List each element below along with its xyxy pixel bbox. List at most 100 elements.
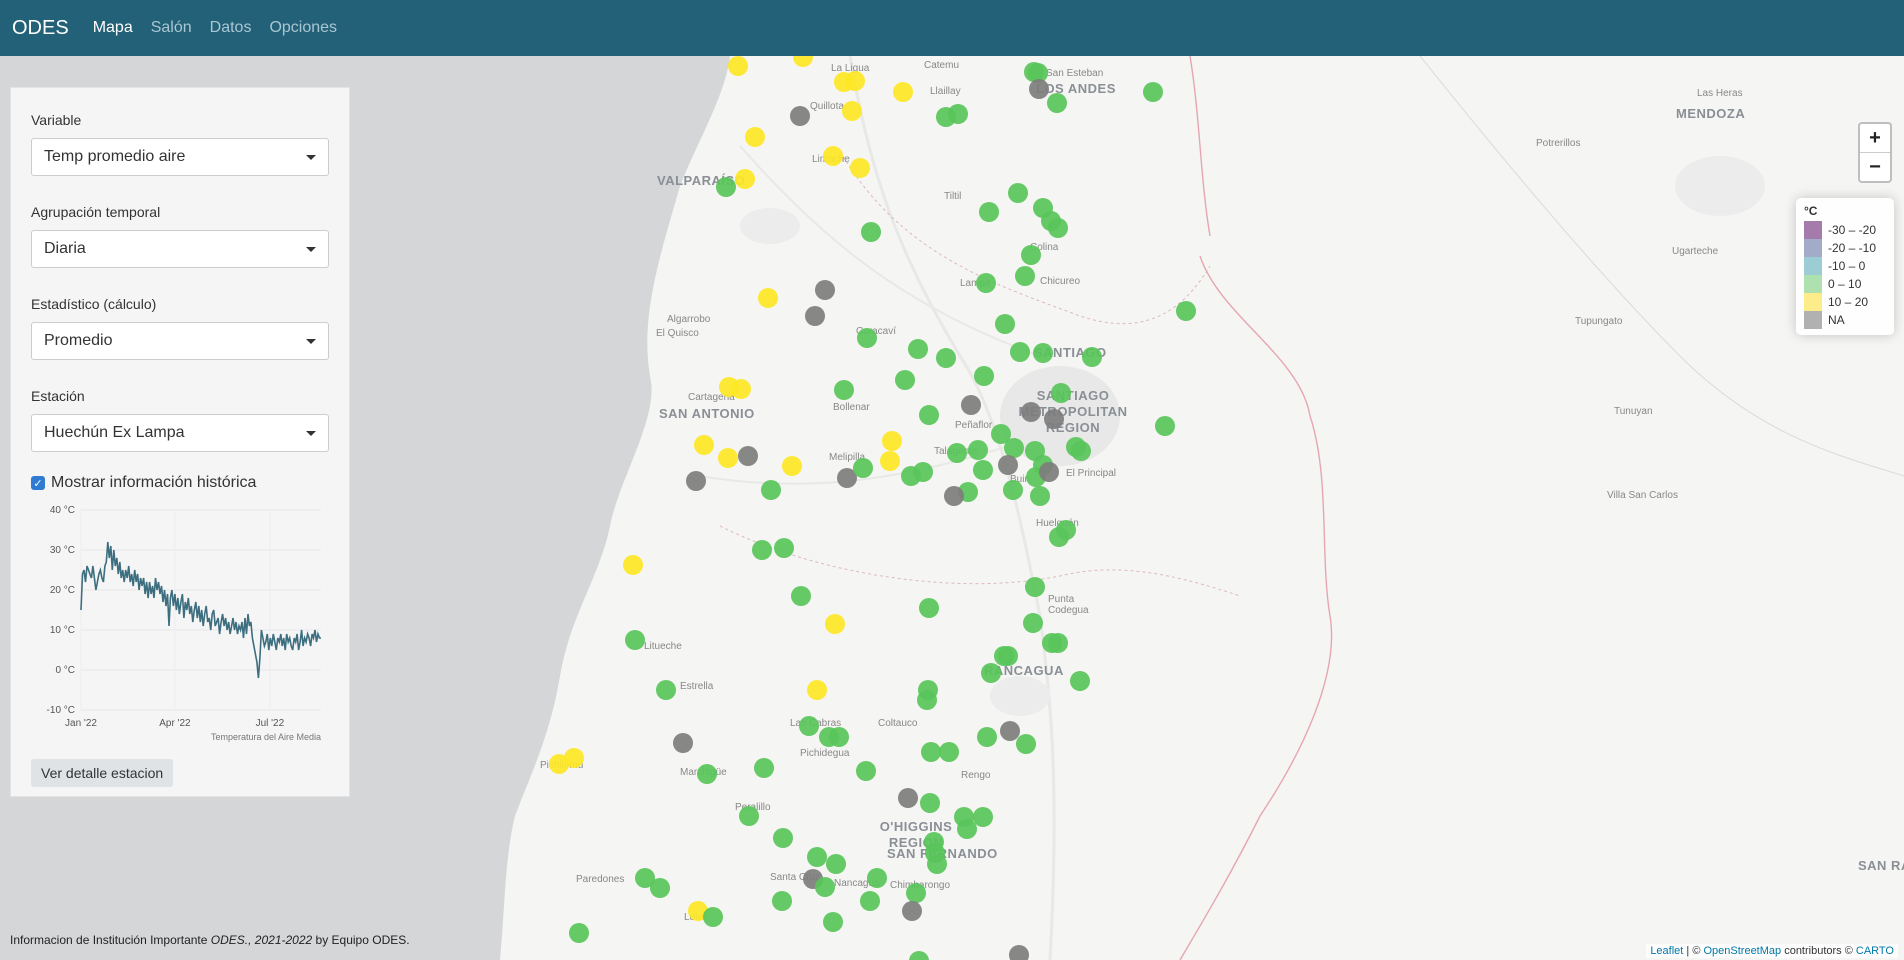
station-marker[interactable] (979, 202, 999, 222)
nav-tab-salon[interactable]: Salón (151, 19, 192, 37)
station-marker[interactable] (882, 431, 902, 451)
station-marker[interactable] (908, 339, 928, 359)
station-marker[interactable] (807, 680, 827, 700)
station-marker[interactable] (745, 127, 765, 147)
variable-select[interactable]: Temp promedio aire (31, 138, 329, 176)
station-marker[interactable] (902, 901, 922, 921)
station-marker[interactable] (773, 828, 793, 848)
station-marker[interactable] (1070, 671, 1090, 691)
station-marker[interactable] (1025, 577, 1045, 597)
station-marker[interactable] (1033, 343, 1053, 363)
station-marker[interactable] (1023, 613, 1043, 633)
station-marker[interactable] (1015, 266, 1035, 286)
station-marker[interactable] (850, 158, 870, 178)
station-marker[interactable] (1044, 409, 1064, 429)
station-marker[interactable] (790, 106, 810, 126)
station-marker[interactable] (1082, 347, 1102, 367)
station-marker[interactable] (738, 446, 758, 466)
station-marker[interactable] (947, 443, 967, 463)
station-marker[interactable] (913, 462, 933, 482)
station-marker[interactable] (774, 538, 794, 558)
station-marker[interactable] (920, 793, 940, 813)
osm-link[interactable]: OpenStreetMap (1703, 945, 1781, 957)
station-marker[interactable] (968, 440, 988, 460)
brand-title[interactable]: ODES (12, 17, 69, 40)
station-marker[interactable] (860, 891, 880, 911)
station-marker[interactable] (650, 878, 670, 898)
station-marker[interactable] (758, 288, 778, 308)
station-marker[interactable] (1039, 462, 1059, 482)
station-marker[interactable] (1143, 82, 1163, 102)
station-marker[interactable] (716, 177, 736, 197)
station-marker[interactable] (880, 451, 900, 471)
station-marker[interactable] (815, 877, 835, 897)
station-marker[interactable] (1051, 383, 1071, 403)
station-marker[interactable] (976, 273, 996, 293)
station-marker[interactable] (718, 448, 738, 468)
station-marker[interactable] (939, 742, 959, 762)
station-marker[interactable] (834, 380, 854, 400)
station-marker[interactable] (977, 727, 997, 747)
station-marker[interactable] (927, 854, 947, 874)
station-marker[interactable] (686, 471, 706, 491)
station-marker[interactable] (815, 280, 835, 300)
station-marker[interactable] (1049, 527, 1069, 547)
station-marker[interactable] (936, 107, 956, 127)
station-marker[interactable] (944, 486, 964, 506)
station-marker[interactable] (853, 458, 873, 478)
station-marker[interactable] (1155, 416, 1175, 436)
station-marker[interactable] (1021, 402, 1041, 422)
station-marker[interactable] (1008, 183, 1028, 203)
station-marker[interactable] (799, 716, 819, 736)
station-marker[interactable] (867, 868, 887, 888)
station-marker[interactable] (893, 82, 913, 102)
station-marker[interactable] (906, 883, 926, 903)
agrupacion-select[interactable]: Diaria (31, 230, 329, 268)
station-marker[interactable] (995, 314, 1015, 334)
station-marker[interactable] (834, 72, 854, 92)
station-marker[interactable] (1021, 245, 1041, 265)
station-marker[interactable] (1016, 734, 1036, 754)
station-marker[interactable] (694, 435, 714, 455)
station-marker[interactable] (998, 646, 1018, 666)
station-marker[interactable] (895, 370, 915, 390)
station-marker[interactable] (623, 555, 643, 575)
historico-checkbox-row[interactable]: ✓ Mostrar información histórica (31, 474, 329, 492)
zoom-out-button[interactable]: − (1860, 152, 1890, 181)
station-marker[interactable] (739, 806, 759, 826)
station-marker[interactable] (981, 663, 1001, 683)
station-marker[interactable] (1071, 441, 1091, 461)
station-marker[interactable] (1029, 79, 1049, 99)
station-marker[interactable] (856, 761, 876, 781)
station-marker[interactable] (1030, 486, 1050, 506)
station-marker[interactable] (772, 891, 792, 911)
station-marker[interactable] (861, 222, 881, 242)
station-marker[interactable] (829, 727, 849, 747)
station-marker[interactable] (754, 758, 774, 778)
nav-tab-mapa[interactable]: Mapa (93, 19, 133, 37)
station-marker[interactable] (1003, 480, 1023, 500)
station-marker[interactable] (823, 912, 843, 932)
nav-tab-datos[interactable]: Datos (210, 19, 252, 37)
station-marker[interactable] (625, 630, 645, 650)
leaflet-link[interactable]: Leaflet (1650, 945, 1683, 957)
station-marker[interactable] (919, 598, 939, 618)
station-marker[interactable] (752, 540, 772, 560)
station-marker[interactable] (917, 690, 937, 710)
station-marker[interactable] (791, 586, 811, 606)
station-marker[interactable] (898, 788, 918, 808)
station-marker[interactable] (673, 733, 693, 753)
station-marker[interactable] (656, 680, 676, 700)
station-marker[interactable] (805, 306, 825, 326)
station-marker[interactable] (936, 348, 956, 368)
station-marker[interactable] (1048, 633, 1068, 653)
station-marker[interactable] (807, 847, 827, 867)
station-marker[interactable] (842, 101, 862, 121)
station-marker[interactable] (1009, 945, 1029, 960)
station-marker[interactable] (973, 460, 993, 480)
station-marker[interactable] (735, 169, 755, 189)
station-marker[interactable] (1047, 93, 1067, 113)
station-marker[interactable] (974, 366, 994, 386)
station-marker[interactable] (1176, 301, 1196, 321)
station-marker[interactable] (825, 614, 845, 634)
